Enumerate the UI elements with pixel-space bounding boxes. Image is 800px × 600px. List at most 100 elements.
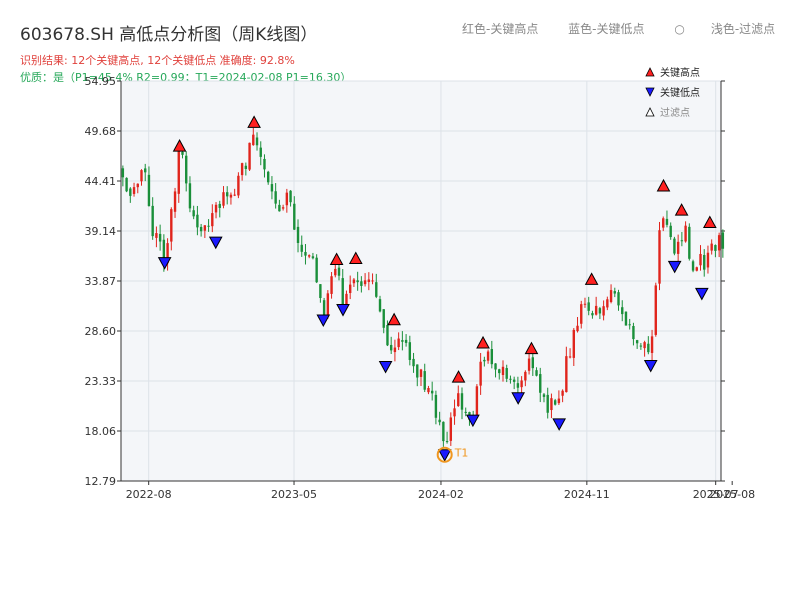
candle-body <box>348 284 352 294</box>
candle-body <box>423 371 426 390</box>
candle-body <box>132 187 136 194</box>
candle-body <box>580 304 583 324</box>
y-tick-label: 33.87 <box>85 275 117 288</box>
candle <box>315 254 318 284</box>
candle-body <box>311 256 315 259</box>
candle-body <box>151 205 154 237</box>
y-tick-label: 18.06 <box>85 425 117 438</box>
candle-body <box>632 326 635 340</box>
candle-body <box>494 363 497 370</box>
candle-body <box>218 203 221 208</box>
candle-body <box>546 394 549 413</box>
candle-body <box>606 299 609 308</box>
candle-body <box>684 225 687 242</box>
candle-body <box>449 417 453 441</box>
candle-body <box>278 204 281 212</box>
candle-body <box>326 293 330 317</box>
candle-body <box>453 408 456 417</box>
candle-body <box>527 358 531 371</box>
candle-body <box>650 336 654 353</box>
candle-body <box>583 303 587 305</box>
candle-body <box>699 253 702 266</box>
candle <box>654 282 657 337</box>
candle-body <box>568 356 572 358</box>
candle-body <box>539 374 542 393</box>
y-tick-label: 23.33 <box>85 375 117 388</box>
candle-body <box>375 282 378 297</box>
candle-body <box>565 356 568 393</box>
candle-body <box>371 280 374 282</box>
candle-body <box>404 339 408 343</box>
candle-body <box>244 165 248 169</box>
candle-body <box>229 194 233 198</box>
candle-body <box>557 398 561 404</box>
candle-body <box>490 349 494 365</box>
candle-body <box>688 226 691 259</box>
candle-body <box>259 147 262 157</box>
y-tick-label: 39.14 <box>85 225 117 238</box>
x-tick-label: 2024-02 <box>418 488 464 501</box>
candle-body <box>647 343 650 353</box>
candle-body <box>203 225 207 231</box>
candle-body <box>155 233 158 238</box>
candle-body <box>531 357 535 369</box>
candle <box>624 311 628 326</box>
candle-body <box>255 137 259 146</box>
candle <box>658 221 661 291</box>
candle-body <box>587 302 590 311</box>
candle-body <box>177 150 180 194</box>
candle-body <box>334 268 337 276</box>
candle-body <box>382 309 385 328</box>
candle <box>721 229 725 258</box>
candle-body <box>673 238 676 254</box>
candle <box>125 177 128 193</box>
candle-body <box>192 210 195 217</box>
candle-body <box>240 163 244 176</box>
candle-body <box>337 267 341 276</box>
candle-body <box>386 325 389 346</box>
candle-body <box>501 366 505 376</box>
candle-body <box>263 158 266 170</box>
candle-body <box>367 279 371 283</box>
candle-body <box>129 188 132 196</box>
candle-body <box>438 419 441 423</box>
candle-body <box>464 411 467 413</box>
candle-body <box>486 351 490 361</box>
candle-body <box>706 252 710 268</box>
candle-body <box>170 209 173 242</box>
candle-body <box>147 174 151 207</box>
candle-body <box>181 151 184 155</box>
candle-body <box>445 441 449 443</box>
candle <box>237 172 240 199</box>
candle-body <box>211 213 214 227</box>
candle-body <box>196 214 199 228</box>
candle-body <box>274 191 277 204</box>
candle-body <box>345 293 348 305</box>
candle-body <box>270 184 274 192</box>
candle-body <box>509 378 512 380</box>
candle <box>475 384 479 418</box>
candle-body <box>442 421 445 442</box>
candle <box>688 223 691 261</box>
candle-body <box>393 347 397 353</box>
candle-body <box>121 168 125 178</box>
candle-body <box>639 345 643 347</box>
candle-body <box>654 285 657 335</box>
candle-body <box>613 291 616 294</box>
candle-body <box>330 276 333 294</box>
candle-body <box>401 340 404 342</box>
candle-body <box>237 175 240 196</box>
candle-body <box>594 305 598 315</box>
candle-body <box>289 190 292 203</box>
candle-body <box>505 368 508 379</box>
candle-body <box>199 226 203 232</box>
legend-filtered-label: 过滤点 <box>660 106 690 119</box>
candle-body <box>352 279 356 284</box>
candle-body <box>662 218 665 228</box>
candle-body <box>125 177 128 192</box>
candle-body <box>520 380 523 388</box>
candle-body <box>267 171 270 183</box>
y-tick-label: 12.79 <box>85 475 117 488</box>
candle-body <box>635 340 639 344</box>
candle-body <box>356 280 359 283</box>
